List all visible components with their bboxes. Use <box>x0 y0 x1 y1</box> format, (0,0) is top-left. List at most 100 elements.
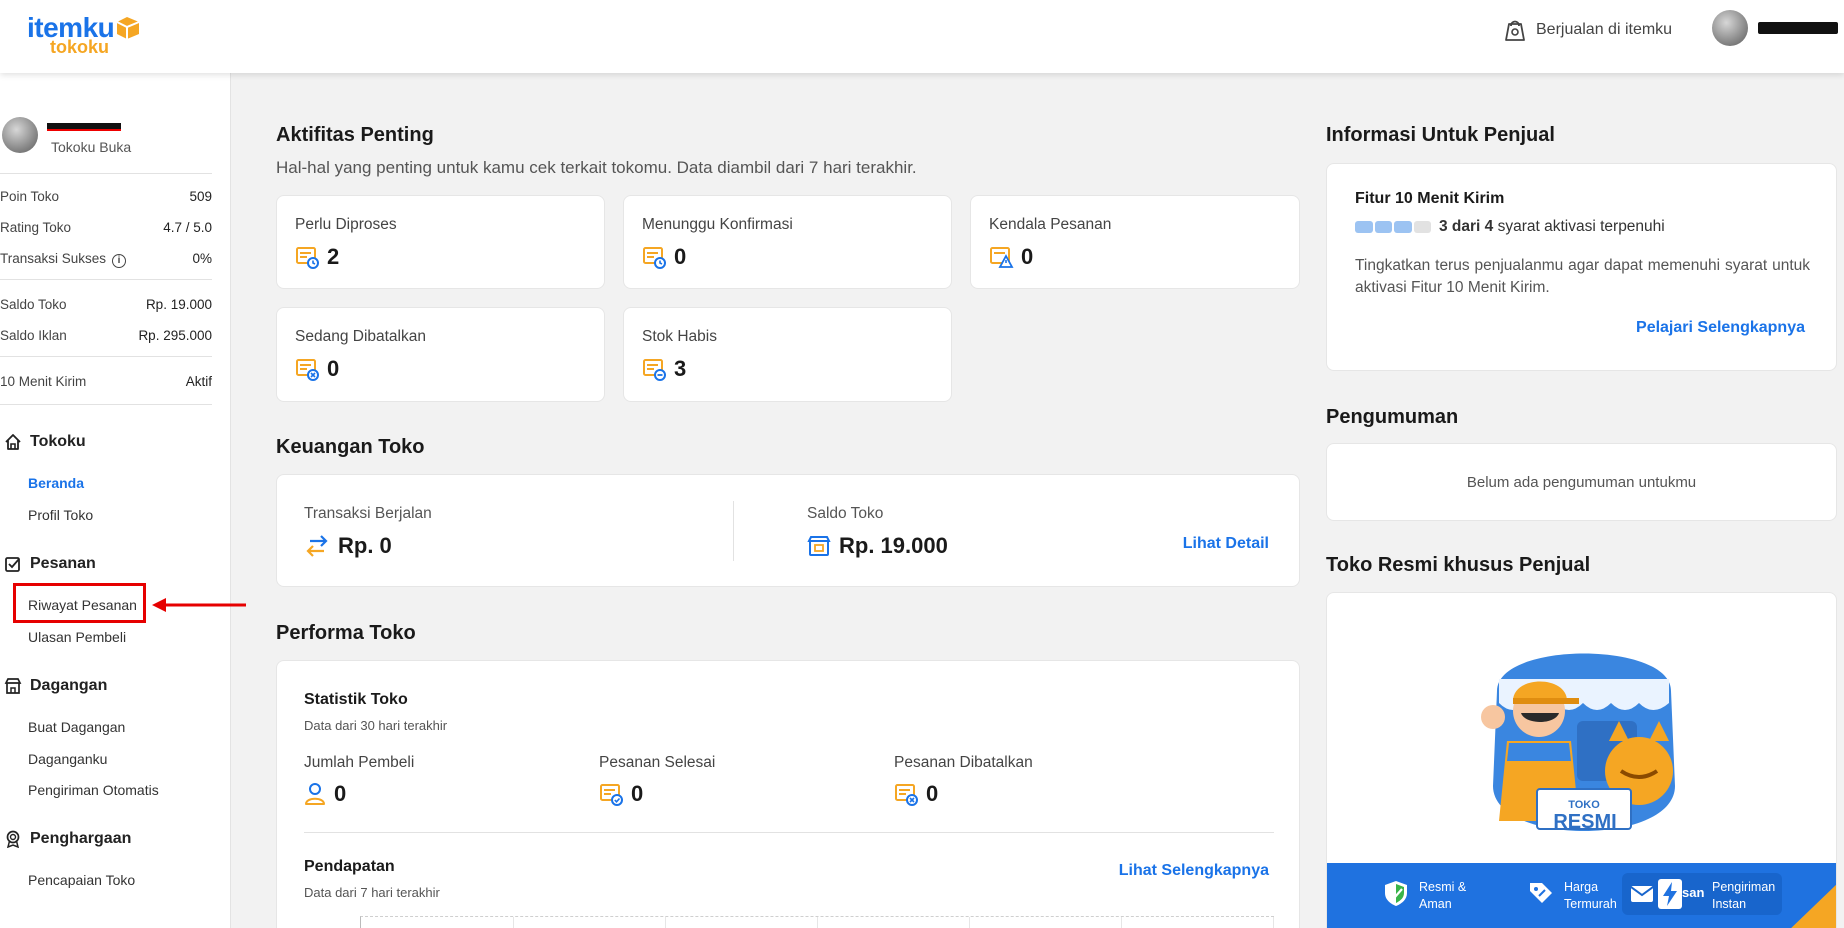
stat-transaksi-sukses: Transaksi Sukses i 0% <box>0 251 212 268</box>
stat-10-menit-kirim: 10 Menit Kirim Aktif <box>0 374 212 389</box>
sign-resmi-text: RESMI <box>1553 811 1617 833</box>
sidebar-divider <box>0 356 212 357</box>
transaksi-label: Transaksi Berjalan <box>304 505 432 522</box>
progress-segment <box>1394 221 1412 233</box>
toko-resmi-card[interactable]: TOKO RESMI Resmi & Aman Harga Termurah s… <box>1326 592 1837 928</box>
pelajari-selengkapnya-link[interactable]: Pelajari Selengkapnya <box>1636 319 1805 337</box>
stat-value: 4.7 / 5.0 <box>163 220 212 235</box>
redacted-shop-name <box>47 123 121 131</box>
card-kendala-pesanan[interactable]: Kendala Pesanan 0 <box>970 195 1300 289</box>
sidebar-divider <box>0 279 212 280</box>
nav-pengiriman-otomatis[interactable]: Pengiriman Otomatis <box>28 782 159 798</box>
feature-harga-termurah: Harga Termurah <box>1528 879 1617 913</box>
progress-text: 3 dari 4 syarat aktivasi terpenuhi <box>1439 218 1665 236</box>
sidebar-divider <box>0 173 212 174</box>
order-cancel-icon <box>296 359 319 381</box>
activation-progress-bar <box>1355 221 1431 233</box>
metric-label: Pesanan Selesai <box>599 754 716 771</box>
home-icon <box>5 434 21 450</box>
order-done-icon <box>600 784 623 806</box>
itemku-tokoku-logo[interactable]: itemku tokoku <box>27 12 147 57</box>
nav-daganganku[interactable]: Daganganku <box>28 751 107 767</box>
lightning-icon <box>1658 879 1682 909</box>
sell-on-itemku-link[interactable]: Berjualan di itemku <box>1504 16 1672 44</box>
award-badge-icon <box>6 830 20 848</box>
user-avatar <box>1712 10 1748 46</box>
metric-label: Jumlah Pembeli <box>304 754 415 771</box>
progress-segment <box>1355 221 1373 233</box>
keuangan-divider <box>733 501 734 561</box>
transfer-arrows-icon <box>306 535 328 557</box>
info-icon[interactable]: i <box>112 254 127 268</box>
progress-count: 3 dari 4 <box>1439 218 1494 235</box>
card-value-row: 0 <box>642 244 686 270</box>
feature-pengiriman-instan: Pengiriman Instan <box>1712 879 1775 913</box>
nav-pencapaian-toko[interactable]: Pencapaian Toko <box>28 872 135 888</box>
nav-beranda[interactable]: Beranda <box>28 475 84 491</box>
lihat-detail-link[interactable]: Lihat Detail <box>1183 535 1269 553</box>
stat-label: Saldo Toko <box>0 297 67 312</box>
pendapatan-chart-area <box>360 916 1274 928</box>
order-warning-icon <box>990 247 1014 268</box>
card-value: 2 <box>327 244 340 269</box>
order-waiting-icon <box>643 247 666 269</box>
card-sedang-dibatalkan[interactable]: Sedang Dibatalkan 0 <box>276 307 605 402</box>
sidebar: Tokoku Buka Poin Toko 509 Rating Toko 4.… <box>0 73 231 928</box>
logo-sub-text: tokoku <box>50 37 110 57</box>
info-penjual-title: Informasi Untuk Penjual <box>1326 124 1555 146</box>
card-label: Kendala Pesanan <box>989 216 1112 233</box>
saldo-value-row: Rp. 19.000 <box>807 533 948 559</box>
stat-saldo-iklan: Saldo Iklan Rp. 295.000 <box>0 328 212 343</box>
aktifitas-title: Aktifitas Penting <box>276 124 434 146</box>
sell-link-label: Berjualan di itemku <box>1536 21 1673 38</box>
card-stok-habis[interactable]: Stok Habis 3 <box>623 307 952 402</box>
pengumuman-title: Pengumuman <box>1326 406 1459 428</box>
card-value-row: 3 <box>642 356 686 382</box>
stat-label: Saldo Iklan <box>0 328 67 343</box>
keuangan-card: Transaksi Berjalan Rp. 0 Saldo Toko Rp. … <box>276 474 1300 587</box>
card-value: 0 <box>674 244 687 269</box>
stat-value: Rp. 19.000 <box>145 297 212 312</box>
shop-bag-icon <box>1505 20 1525 41</box>
stat-label: Transaksi Sukses <box>0 251 107 266</box>
order-process-icon <box>296 247 319 269</box>
chat-widget[interactable]: san Pengiriman Instan <box>1622 873 1782 915</box>
statistik-title: Statistik Toko <box>304 691 408 708</box>
stat-label: Rating Toko <box>0 220 72 235</box>
price-tag-icon <box>1530 883 1552 903</box>
card-menunggu-konfirmasi[interactable]: Menunggu Konfirmasi 0 <box>623 195 952 289</box>
metric-value: 0 <box>631 781 644 806</box>
stat-saldo-toko: Saldo Toko Rp. 19.000 <box>0 297 212 312</box>
info-penjual-card: Fitur 10 Menit Kirim 3 dari 4 syarat akt… <box>1326 163 1837 371</box>
card-value-row: 0 <box>295 356 339 382</box>
section-title: Penghargaan <box>30 830 132 847</box>
redacted-username <box>1758 22 1838 34</box>
nav-buat-dagangan[interactable]: Buat Dagangan <box>28 719 125 735</box>
section-tokoku: Tokoku <box>4 433 86 451</box>
chat-overlay-text: san <box>1682 885 1705 900</box>
metric-jumlah-pembeli: 0 <box>304 781 346 807</box>
saldo-value: Rp. 19.000 <box>839 533 948 558</box>
stock-empty-icon <box>643 359 666 381</box>
stat-poin-toko: Poin Toko 509 <box>0 189 212 204</box>
annotation-arrow-icon <box>152 598 246 612</box>
section-penghargaan: Penghargaan <box>4 830 131 848</box>
user-menu[interactable] <box>1712 10 1838 46</box>
mail-icon <box>1630 886 1654 902</box>
shop-status: Tokoku Buka <box>51 139 132 155</box>
transaksi-value: Rp. 0 <box>338 533 392 558</box>
feature-line1: Resmi & <box>1419 880 1467 894</box>
metric-value: 0 <box>926 781 939 806</box>
nav-ulasan-pembeli[interactable]: Ulasan Pembeli <box>28 629 126 645</box>
feature-line1: Pengiriman <box>1712 880 1776 894</box>
nav-profil-toko[interactable]: Profil Toko <box>28 507 93 523</box>
metric-pesanan-dibatalkan: 0 <box>894 781 938 807</box>
card-label: Perlu Diproses <box>295 216 397 233</box>
metric-value: 0 <box>334 781 347 806</box>
card-perlu-diproses[interactable]: Perlu Diproses 2 <box>276 195 605 289</box>
lihat-selengkapnya-link[interactable]: Lihat Selengkapnya <box>1119 862 1269 880</box>
stat-rating-toko: Rating Toko 4.7 / 5.0 <box>0 220 212 235</box>
section-title: Pesanan <box>30 555 96 572</box>
feature-resmi-aman: Resmi & Aman <box>1383 879 1466 913</box>
stat-value: 509 <box>189 189 212 204</box>
